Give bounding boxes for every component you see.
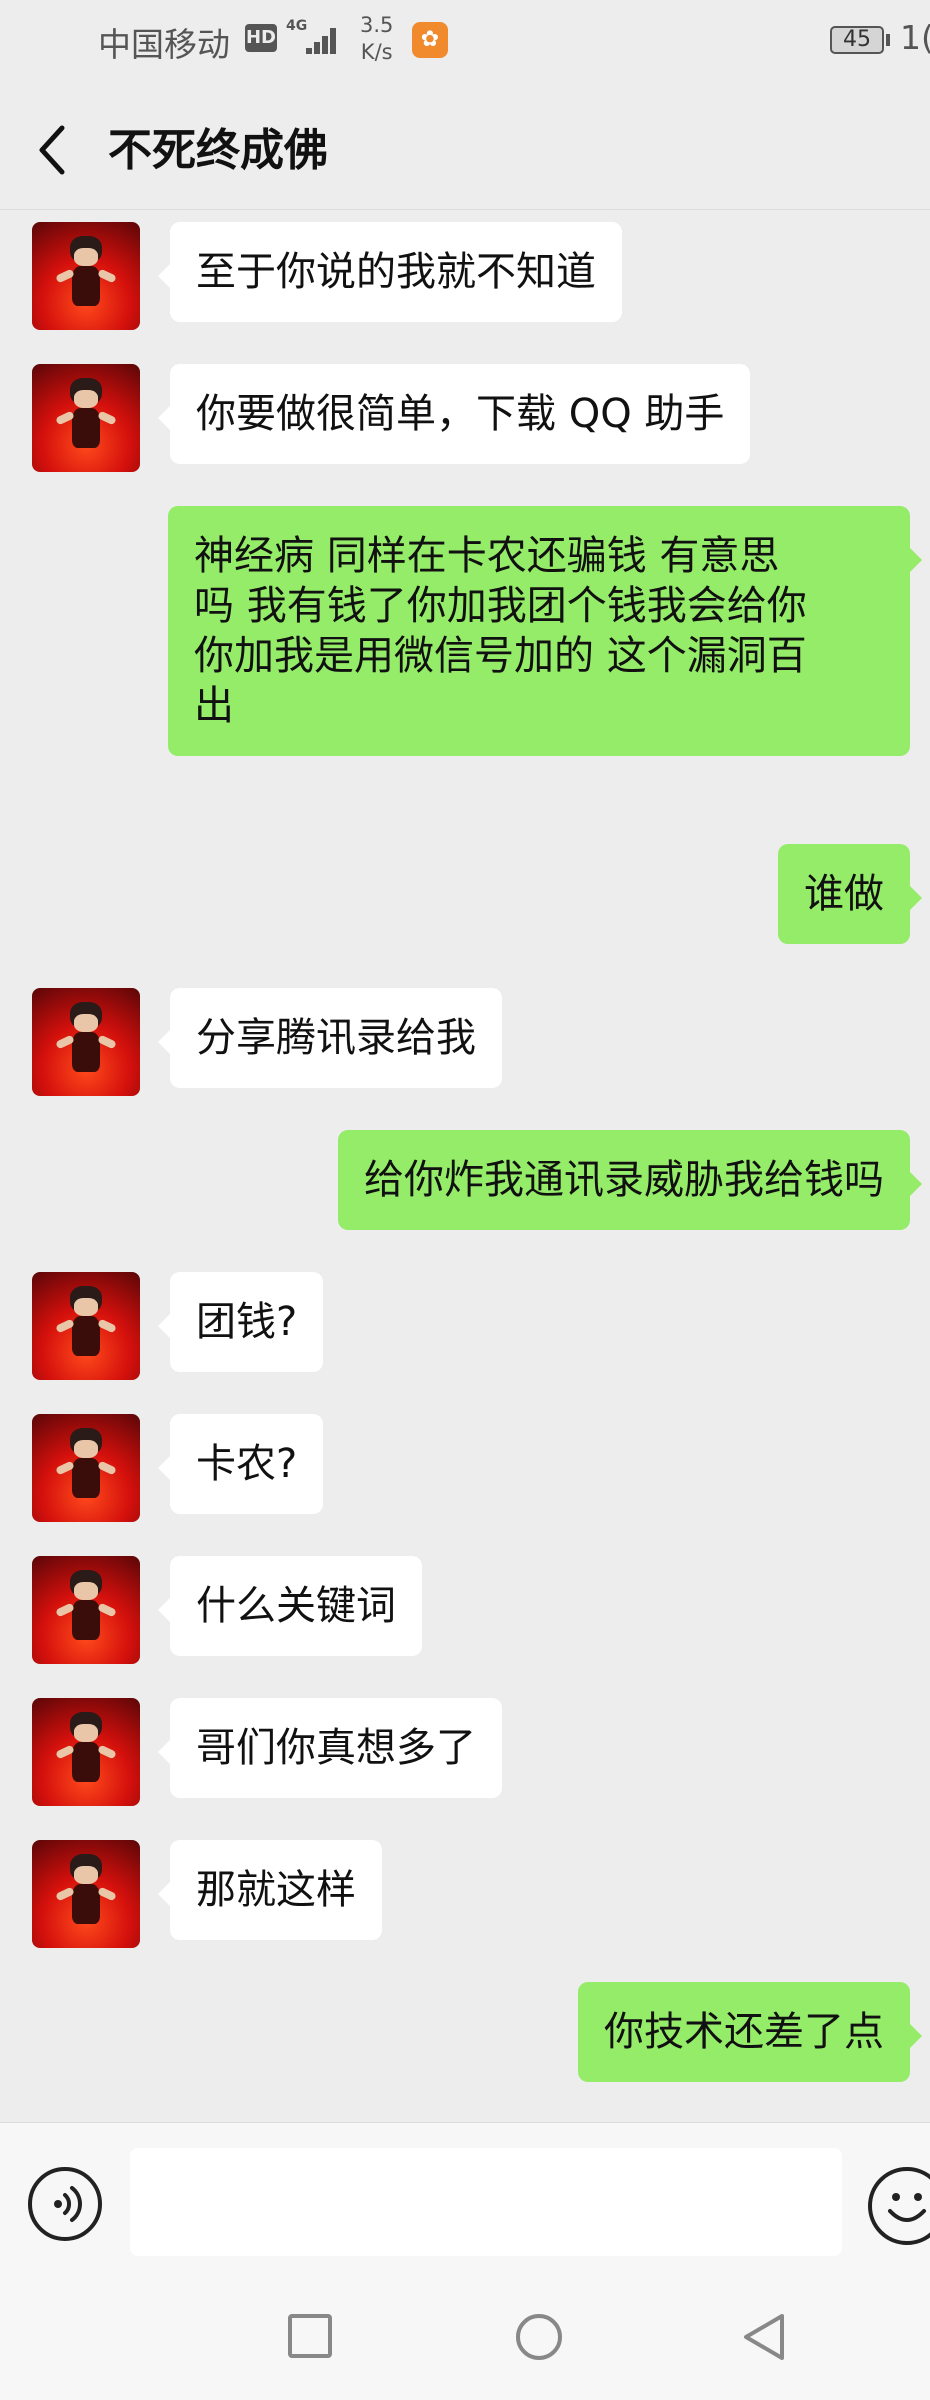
- input-bar: [0, 2122, 930, 2282]
- message-list[interactable]: 至于你说的我就不知道 你要做很简单，下载 QQ 助手 神经病 同样在卡农还骗钱 …: [0, 212, 930, 2120]
- status-bar: 中国移动 HD 4G 3.5 K/s ✿ 45 1(: [0, 0, 930, 80]
- signal-icon: 4G: [286, 18, 342, 58]
- message-bubble-sent[interactable]: 神经病 同样在卡农还骗钱 有意思 吗 我有钱了你加我团个钱我会给你 你加我是用微…: [168, 506, 922, 756]
- uc-browser-icon: ✿: [412, 22, 448, 58]
- avatar[interactable]: [32, 988, 140, 1096]
- avatar[interactable]: [32, 1840, 140, 1948]
- message-bubble-received[interactable]: 那就这样: [158, 1840, 382, 1940]
- message-line: 你加我是用微信号加的 这个漏洞百: [194, 633, 807, 679]
- chevron-left-icon[interactable]: [30, 120, 80, 180]
- square-icon[interactable]: [286, 2312, 334, 2364]
- network-speed-unit: K/s: [360, 40, 393, 64]
- message-line: 出: [194, 683, 234, 729]
- message-bubble-sent[interactable]: 你技术还差了点: [578, 1982, 922, 2082]
- clock: 1(: [900, 18, 930, 57]
- message-bubble-received[interactable]: 至于你说的我就不知道: [158, 222, 622, 322]
- network-type: 4G: [286, 18, 308, 34]
- message-bubble-received[interactable]: 哥们你真想多了: [158, 1698, 502, 1798]
- message-bubble-received[interactable]: 卡农?: [157, 1414, 324, 1514]
- hd-badge: HD: [245, 24, 277, 52]
- battery-level: 45: [843, 27, 871, 52]
- message-line: 吗 我有钱了你加我团个钱我会给你: [194, 583, 807, 629]
- avatar[interactable]: [32, 222, 140, 330]
- avatar[interactable]: [32, 1414, 140, 1522]
- emoji-icon[interactable]: [868, 2167, 930, 2245]
- chat-header: 不死终成佛: [0, 80, 930, 210]
- network-speed: 3.5 K/s: [360, 12, 393, 66]
- triangle-back-icon[interactable]: [740, 2312, 788, 2366]
- voice-icon[interactable]: [28, 2167, 102, 2241]
- circle-icon[interactable]: [514, 2312, 564, 2366]
- message-input[interactable]: [130, 2148, 842, 2256]
- message-bubble-sent[interactable]: 给你炸我通讯录威胁我给钱吗: [338, 1130, 922, 1230]
- system-nav-bar: [0, 2282, 930, 2400]
- message-line: 神经病 同样在卡农还骗钱 有意思: [194, 533, 780, 579]
- battery-tip: [886, 34, 890, 46]
- message-bubble-received[interactable]: 什么关键词: [158, 1556, 422, 1656]
- carrier-name: 中国移动: [98, 25, 230, 64]
- avatar[interactable]: [32, 364, 140, 472]
- message-bubble-received[interactable]: 你要做很简单，下载 QQ 助手: [157, 364, 751, 464]
- chat-title: 不死终成佛: [108, 125, 328, 176]
- message-bubble-received[interactable]: 团钱?: [157, 1272, 324, 1372]
- avatar[interactable]: [32, 1698, 140, 1806]
- network-speed-value: 3.5: [360, 13, 394, 37]
- battery-icon: 45: [830, 26, 884, 54]
- avatar[interactable]: [32, 1556, 140, 1664]
- message-bubble-received[interactable]: 分享腾讯录给我: [158, 988, 502, 1088]
- message-bubble-sent[interactable]: 谁做: [778, 844, 922, 944]
- avatar[interactable]: [32, 1272, 140, 1380]
